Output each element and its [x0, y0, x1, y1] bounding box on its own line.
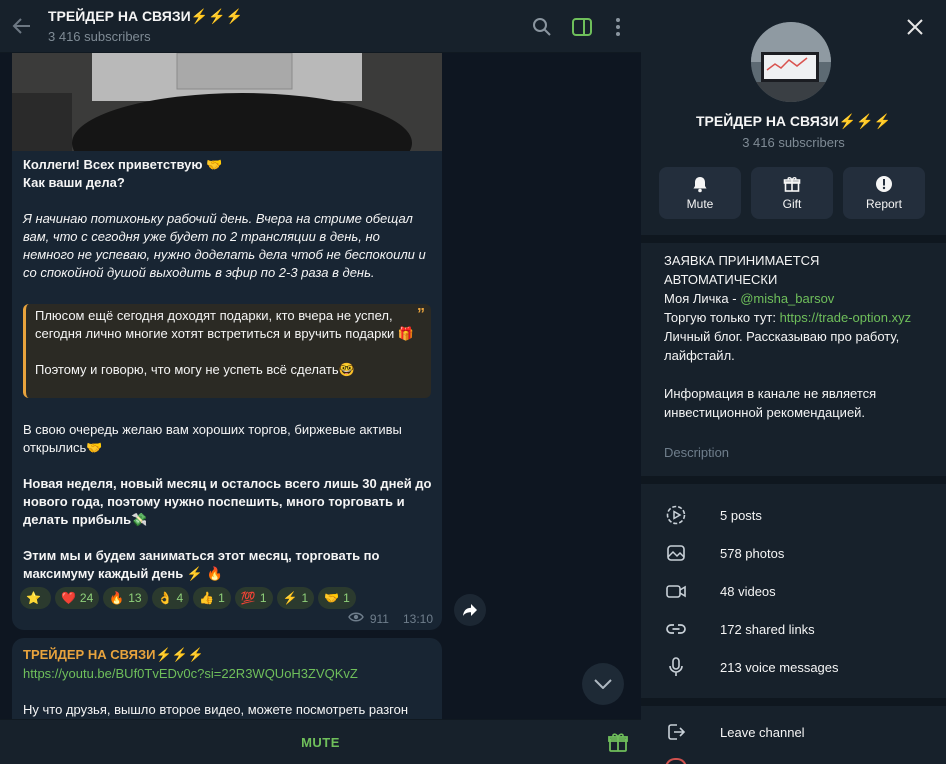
link-icon [666, 624, 686, 634]
chevron-down-icon [594, 679, 612, 689]
message-text: Ну что друзья, вышло второе видео, может… [23, 702, 409, 717]
mute-action-label: Mute [686, 197, 714, 211]
stat-photos-label: 578 photos [720, 545, 785, 561]
action-buttons: Mute Gift Report [659, 167, 925, 219]
message-link[interactable]: https://youtu.be/BUf0TvEDv0c?si=22R3WQUo… [23, 665, 433, 683]
message-bubble: Коллеги! Всех приветствую 🤝 Как ваши дел… [12, 151, 442, 630]
mute-action-button[interactable]: Mute [659, 167, 741, 219]
arrow-left-icon [12, 18, 30, 34]
report-icon [876, 176, 892, 192]
reaction-star[interactable]: ⭐ [20, 587, 51, 609]
views-count: 911 [369, 611, 389, 626]
description-label: Description [664, 445, 730, 460]
desc-line: Информация в канале не является инвестиц… [664, 386, 877, 420]
reaction-hundred[interactable]: 💯 1 [234, 587, 273, 609]
stat-links[interactable]: 172 shared links [641, 610, 946, 648]
leave-channel-button[interactable]: Leave channel [641, 713, 946, 751]
stat-links-label: 172 shared links [720, 621, 815, 637]
desc-line: ЗАЯВКА ПРИНИМАЕТСЯ АВТОМАТИЧЕСКИ [664, 253, 820, 287]
reaction-thumbs-up[interactable]: 👍 1 [193, 587, 231, 609]
chat-header: ТРЕЙДЕР НА СВЯЗИ⚡️⚡️⚡️ 3 416 subscribers [0, 0, 641, 53]
gift-button[interactable] [607, 731, 629, 753]
search-button[interactable] [530, 15, 554, 39]
microphone-icon [669, 657, 683, 676]
video-icon [666, 585, 686, 598]
close-button[interactable] [904, 16, 926, 38]
panel-subscriber-count: 3 416 subscribers [742, 135, 845, 150]
divider [641, 476, 946, 484]
stat-posts-label: 5 posts [720, 507, 762, 523]
contact-link[interactable]: @misha_barsov [740, 291, 834, 306]
photo-icon [667, 545, 685, 561]
stat-videos-label: 48 videos [720, 583, 776, 599]
leave-icon [668, 724, 686, 740]
close-icon [907, 19, 923, 35]
divider [641, 698, 946, 706]
message-time: 13:10 [402, 611, 433, 626]
desc-line: Торгую только тут: [664, 310, 780, 325]
website-link[interactable]: https://trade-option.xyz [780, 310, 912, 325]
stat-videos[interactable]: 48 videos [641, 572, 946, 610]
views-icon [348, 611, 364, 626]
scroll-down-button[interactable] [582, 663, 624, 705]
message-meta: 911 13:10 [348, 611, 433, 626]
stat-voice[interactable]: 213 voice messages [641, 648, 946, 686]
chat-area: Коллеги! Всех приветствую 🤝 Как ваши дел… [0, 0, 641, 764]
message-photo[interactable] [12, 53, 442, 151]
more-menu-button[interactable] [606, 15, 630, 39]
desc-line: Личный блог. Рассказываю про работу, лай… [664, 329, 900, 363]
posts-icon [666, 505, 686, 525]
leave-channel-label: Leave channel [720, 724, 805, 740]
forward-button[interactable] [454, 594, 486, 626]
gift-action-label: Gift [782, 197, 802, 211]
report-action-label: Report [865, 197, 903, 211]
message-paragraph-bold: Новая неделя, новый месяц и осталось все… [23, 476, 432, 527]
mute-button[interactable]: MUTE [0, 720, 641, 764]
side-panel-toggle[interactable] [570, 15, 594, 39]
stat-voice-label: 213 voice messages [720, 659, 839, 675]
sidebar-icon [572, 18, 592, 36]
report-action-button[interactable]: Report [843, 167, 925, 219]
blockquote: Плюсом ещё сегодня доходят подарки, кто … [23, 304, 431, 398]
quote-icon: ” [417, 306, 425, 323]
gift-action-button[interactable]: Gift [751, 167, 833, 219]
gift-icon [783, 177, 801, 192]
message-greeting: Коллеги! Всех приветствую 🤝 Как ваши дел… [23, 157, 223, 190]
report-channel-icon[interactable] [665, 758, 687, 764]
reaction-ok-hand[interactable]: 👌 4 [151, 587, 190, 609]
gift-icon [608, 733, 628, 752]
reaction-fire[interactable]: 🔥 13 [103, 587, 148, 609]
message-paragraph: В свою очередь желаю вам хороших торгов,… [23, 422, 402, 455]
quote-text: Плюсом ещё сегодня доходят подарки, кто … [35, 308, 415, 377]
message-paragraph-bold: Этим мы и будем заниматься этот месяц, т… [23, 548, 380, 581]
search-icon [533, 18, 551, 36]
forward-icon [463, 604, 477, 616]
stat-photos[interactable]: 578 photos [641, 534, 946, 572]
telegram-window: Коллеги! Всех приветствую 🤝 Как ваши дел… [0, 0, 946, 764]
back-button[interactable] [10, 14, 34, 38]
message-italic-paragraph: Я начинаю потихоньку рабочий день. Вчера… [23, 211, 426, 280]
channel-description: ЗАЯВКА ПРИНИМАЕТСЯ АВТОМАТИЧЕСКИ Моя Лич… [664, 251, 934, 422]
stat-posts[interactable]: 5 posts [641, 496, 946, 534]
divider [641, 235, 946, 243]
reaction-handshake[interactable]: 🤝 1 [318, 587, 356, 609]
reaction-heart[interactable]: ❤️ 24 [54, 587, 100, 609]
subscriber-count: 3 416 subscribers [48, 29, 151, 44]
channel-title[interactable]: ТРЕЙДЕР НА СВЯЗИ⚡️⚡️⚡️ [48, 8, 243, 25]
reaction-lightning[interactable]: ⚡ 1 [276, 587, 315, 609]
bell-icon [693, 177, 707, 193]
message-author: ТРЕЙДЕР НА СВЯЗИ⚡️⚡️⚡️ [23, 647, 205, 662]
desc-line: Моя Личка - [664, 291, 741, 306]
more-vertical-icon [616, 18, 620, 36]
panel-channel-title: ТРЕЙДЕР НА СВЯЗИ⚡️⚡️⚡️ [695, 113, 891, 129]
reactions-bar: ⭐ ❤️ 24 🔥 13 👌 4 👍 1 💯 1 ⚡ 1 🤝 1 [20, 587, 356, 609]
channel-avatar[interactable] [751, 22, 831, 102]
bottom-bar: MUTE [0, 719, 641, 764]
channel-info-panel: ТРЕЙДЕР НА СВЯЗИ⚡️⚡️⚡️ 3 416 subscribers… [641, 0, 946, 764]
